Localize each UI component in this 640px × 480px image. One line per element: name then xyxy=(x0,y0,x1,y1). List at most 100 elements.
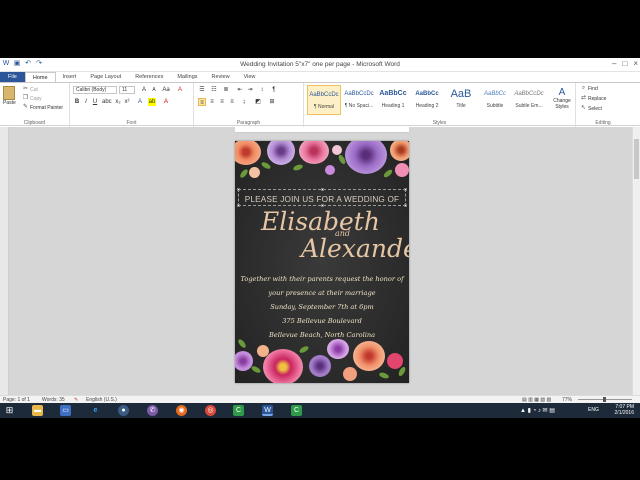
style-no-spacing[interactable]: AaBbCcDc ¶ No Spaci... xyxy=(342,85,376,115)
document-area[interactable]: PLEASE JOIN US FOR A WEDDING OF Elisabet… xyxy=(0,127,640,395)
format-painter-button[interactable]: ✎ Format Painter xyxy=(22,104,63,111)
style-heading-2[interactable]: AaBbCc Heading 2 xyxy=(410,85,444,115)
decrease-indent-icon[interactable]: ⇤ xyxy=(236,86,244,94)
borders-icon[interactable]: ⊞ xyxy=(268,98,276,106)
horizontal-ruler xyxy=(235,127,409,133)
status-bar: Page: 1 of 1 Words: 35 ✎ English (U.S.) … xyxy=(0,395,640,403)
paste-button[interactable]: Paste xyxy=(3,86,16,106)
replace-button[interactable]: ⇄ Replace xyxy=(580,95,606,102)
font-name-select[interactable]: Calibri (Body) xyxy=(73,86,117,94)
windows-taskbar: ⊞ ▬ ▭ e ● ✆ ◉ ◎ C W C ▲ ▮ ◔ ♪ ✉ ▤ ENG 7:… xyxy=(0,403,640,418)
group-label: Font xyxy=(126,120,137,126)
style-normal[interactable]: AaBbCcDc ¶ Normal xyxy=(307,85,341,115)
resize-handle[interactable] xyxy=(237,188,240,191)
change-styles-button[interactable]: A Change Styles xyxy=(550,87,574,110)
style-title[interactable]: AaB Title xyxy=(444,85,478,115)
editing-group: ⌕ Find ⇄ Replace ↖ Select Editing xyxy=(576,83,630,127)
shading-icon[interactable]: ◩ xyxy=(254,98,262,106)
select-button[interactable]: ↖ Select xyxy=(580,105,602,112)
maximize-icon[interactable]: □ xyxy=(622,59,627,68)
scroll-thumb[interactable] xyxy=(634,139,639,179)
style-heading-1[interactable]: AaBbCc Heading 1 xyxy=(376,85,410,115)
italic-icon[interactable]: I xyxy=(82,98,90,106)
increase-indent-icon[interactable]: ⇥ xyxy=(246,86,254,94)
minimize-icon[interactable]: – xyxy=(612,59,616,68)
justify-icon[interactable]: ≡ xyxy=(228,98,236,106)
underline-icon[interactable]: U xyxy=(91,98,99,106)
resize-handle[interactable] xyxy=(404,188,407,191)
copy-button[interactable]: ❐ Copy xyxy=(22,95,42,102)
group-label: Editing xyxy=(595,120,611,126)
show-marks-icon[interactable]: ¶ xyxy=(270,86,278,94)
tab-view[interactable]: View xyxy=(237,72,263,82)
multilevel-list-icon[interactable]: ≣ xyxy=(222,86,230,94)
resize-handle[interactable] xyxy=(237,204,240,207)
tab-page-layout[interactable]: Page Layout xyxy=(83,72,128,82)
clear-formatting-icon[interactable]: A xyxy=(176,86,184,94)
firefox-icon[interactable]: ◉ xyxy=(176,405,187,416)
resize-handle[interactable] xyxy=(404,204,407,207)
styles-group: AaBbCcDc ¶ Normal AaBbCcDc ¶ No Spaci... A… xyxy=(304,83,576,127)
word-taskbar-icon[interactable]: W xyxy=(262,405,273,416)
close-icon[interactable]: × xyxy=(633,59,638,68)
resize-handle[interactable] xyxy=(321,188,324,191)
invite-heading: PLEASE JOIN US FOR A WEDDING OF xyxy=(244,195,400,204)
replace-icon: ⇄ xyxy=(580,95,587,101)
sort-icon[interactable]: ↕ xyxy=(258,86,266,94)
tray-icons[interactable]: ▲ ▮ ◔ ♪ ✉ ▤ xyxy=(520,407,555,414)
internet-explorer-icon[interactable]: e xyxy=(90,405,101,416)
shrink-font-icon[interactable]: A xyxy=(150,86,158,94)
subscript-icon[interactable]: x₂ xyxy=(114,98,122,106)
tab-references[interactable]: References xyxy=(128,72,170,82)
invitation-line: Together with their parents request the … xyxy=(240,275,404,283)
window-controls: – □ × xyxy=(612,59,638,68)
style-subtle-emphasis[interactable]: AaBbCcDc Subtle Em... xyxy=(512,85,546,115)
find-button[interactable]: ⌕ Find xyxy=(580,85,598,92)
cursor-icon: ↖ xyxy=(580,105,587,111)
windows-start-icon[interactable]: ⊞ xyxy=(4,405,15,416)
groom-name: Alexander xyxy=(301,234,409,263)
camtasia-icon[interactable]: C xyxy=(233,405,244,416)
tab-file[interactable]: File xyxy=(0,72,25,82)
invitation-page[interactable]: PLEASE JOIN US FOR A WEDDING OF Elisabet… xyxy=(235,141,409,383)
font-size-select[interactable]: 11 xyxy=(119,86,135,94)
bold-icon[interactable]: B xyxy=(73,98,81,106)
viber-icon[interactable]: ✆ xyxy=(147,405,158,416)
highlight-icon[interactable]: ab xyxy=(148,98,156,106)
change-case-icon[interactable]: Aa xyxy=(162,86,170,94)
bullets-icon[interactable]: ☰ xyxy=(198,86,206,94)
file-explorer-icon[interactable]: ▬ xyxy=(32,405,43,416)
app-icon[interactable]: ● xyxy=(118,405,129,416)
paragraph-group: ☰ ☷ ≣ ⇤ ⇥ ↕ ¶ ≡ ≡ ≡ ≡ ↨ ◩ ⊞ Paragraph xyxy=(194,83,304,127)
font-color-icon[interactable]: A xyxy=(162,98,170,106)
tab-insert[interactable]: Insert xyxy=(56,72,84,82)
align-center-icon[interactable]: ≡ xyxy=(208,98,216,106)
strikethrough-icon[interactable]: abc xyxy=(102,98,112,106)
paste-icon xyxy=(3,86,16,100)
word-window: W ▣ ↶ ↷ Wedding Invitation 5"x7" one per… xyxy=(0,58,640,418)
align-left-icon[interactable]: ≡ xyxy=(198,98,206,106)
align-right-icon[interactable]: ≡ xyxy=(218,98,226,106)
tab-home[interactable]: Home xyxy=(24,72,56,82)
window-title: Wedding Invitation 5"x7" one per page - … xyxy=(240,61,400,68)
superscript-icon[interactable]: x² xyxy=(123,98,131,106)
line-spacing-icon[interactable]: ↨ xyxy=(240,98,248,106)
search-icon: ⌕ xyxy=(581,85,586,91)
clipboard-group: Paste ✂ Cut ❐ Copy ✎ Format Painter Clipboa… xyxy=(0,83,70,127)
text-effects-icon[interactable]: A xyxy=(136,98,144,106)
camtasia-recorder-icon[interactable]: C xyxy=(291,405,302,416)
tab-mailings[interactable]: Mailings xyxy=(170,72,204,82)
clock[interactable]: 7:07 PM 2/1/2016 xyxy=(615,404,634,416)
language-indicator[interactable]: ENG xyxy=(588,407,599,413)
zoom-slider-thumb[interactable] xyxy=(603,397,606,402)
grow-font-icon[interactable]: A xyxy=(140,86,148,94)
style-subtitle[interactable]: AaBbCc Subtitle xyxy=(478,85,512,115)
chrome-icon[interactable]: ◎ xyxy=(205,405,216,416)
group-label: Clipboard xyxy=(23,120,46,126)
numbering-icon[interactable]: ☷ xyxy=(210,86,218,94)
desktop-icon[interactable]: ▭ xyxy=(60,405,71,416)
brush-icon: ✎ xyxy=(22,104,29,110)
tab-review[interactable]: Review xyxy=(205,72,237,82)
vertical-scrollbar[interactable] xyxy=(632,127,640,395)
cut-button[interactable]: ✂ Cut xyxy=(22,86,38,93)
